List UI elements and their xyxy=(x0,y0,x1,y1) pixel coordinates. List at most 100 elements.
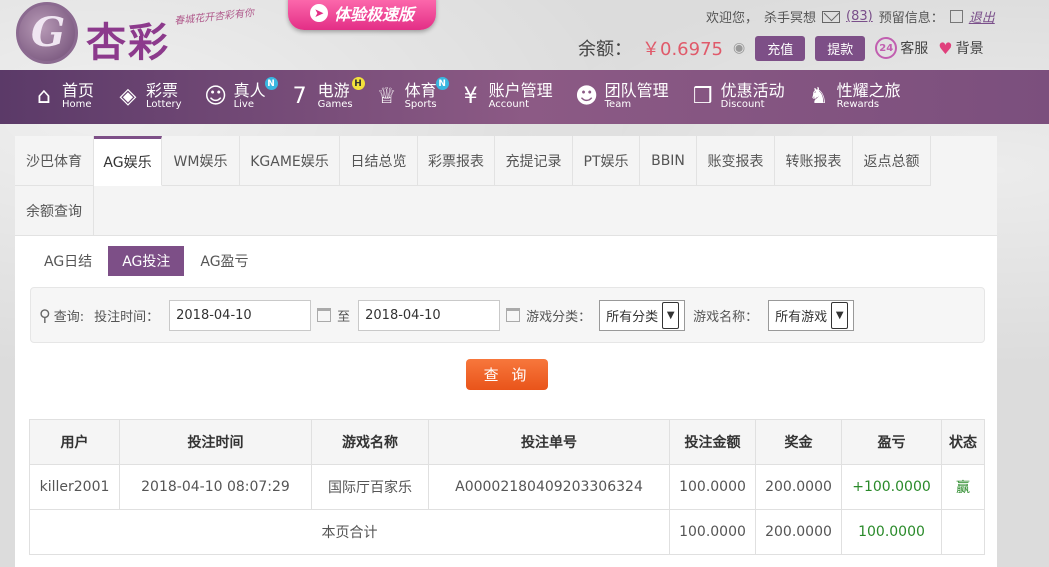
service-label: 客服 xyxy=(900,41,929,57)
mail-icon[interactable] xyxy=(822,10,841,23)
account-icon: ¥ xyxy=(463,84,478,110)
nav-label: 体育 Sports xyxy=(405,83,437,110)
calendar-icon[interactable] xyxy=(317,308,332,322)
report-tabs: 沙巴体育 AG娱乐 WM娱乐 KGAME娱乐 日结总览 彩票报表 充提记录 PT娱乐 BBIN 账… xyxy=(15,136,997,236)
tab-report[interactable]: BBIN xyxy=(640,136,697,186)
tab-report[interactable]: KGAME娱乐 xyxy=(240,136,340,186)
start-date-input[interactable]: 2018-04-10 xyxy=(169,299,312,331)
total-row: 本页合计 100.0000 200.0000 100.0000 xyxy=(29,509,985,555)
category-select[interactable]: 所有分类 ▼ xyxy=(599,299,686,331)
edit-icon[interactable] xyxy=(949,10,963,23)
cell-user: killer2001 xyxy=(29,464,120,510)
sub-tabs: AG日结 AG投注 AG盈亏 xyxy=(30,246,263,276)
cell-bet-time: 2018-04-10 08:07:29 xyxy=(119,464,312,510)
tab-report[interactable]: 转账报表 xyxy=(775,136,853,186)
rocket-icon: ➤ xyxy=(309,4,328,22)
tab-report[interactable]: PT娱乐 xyxy=(573,136,640,186)
tab-report[interactable]: WM娱乐 xyxy=(162,136,240,186)
nav-label: 团队管理 Team xyxy=(605,83,669,110)
subtab-ag-bets[interactable]: AG投注 xyxy=(108,246,185,276)
nav-badge: H xyxy=(351,77,365,91)
background-link[interactable]: ♥ 背景 xyxy=(938,38,983,58)
tab-report[interactable]: AG娱乐 xyxy=(94,136,162,186)
nav-label-zh: 性耀之旅 xyxy=(836,81,901,101)
total-profit: 100.0000 xyxy=(841,509,942,555)
query-label: 查询: xyxy=(53,309,85,325)
to-label: 至 xyxy=(337,309,351,325)
balance-label: 余额： xyxy=(578,39,632,60)
time-label: 投注时间： xyxy=(94,309,160,325)
background-label: 背景 xyxy=(955,41,984,57)
logo[interactable] xyxy=(16,2,78,64)
query-button[interactable]: 查 询 xyxy=(466,359,548,390)
nav-item-rewards[interactable]: ♞ 性耀之旅 Rewards xyxy=(807,83,901,110)
nav-label: 电游 Games xyxy=(318,83,353,110)
deposit-button[interactable]: 充值 xyxy=(755,35,806,61)
nav-label-zh: 真人 xyxy=(233,81,266,101)
tab-report[interactable]: 余额查询 xyxy=(15,186,94,236)
nav-item-live[interactable]: ☺ 真人 Live N xyxy=(204,77,278,110)
nav-item-games[interactable]: 7 电游 Games H xyxy=(288,77,365,110)
tab-report[interactable]: 彩票报表 xyxy=(418,136,495,186)
game-value: 所有游戏 xyxy=(775,309,828,325)
nav-item-team[interactable]: ☻ 团队管理 Team xyxy=(575,83,669,110)
nav-label: 优惠活动 Discount xyxy=(721,83,785,110)
nav-label-en: Account xyxy=(488,99,530,111)
nav-label: 首页 Home xyxy=(62,83,94,110)
game-select[interactable]: 所有游戏 ▼ xyxy=(768,299,855,331)
slogan: 春城花开杏彩有你 xyxy=(173,7,255,28)
header-game-name: 游戏名称 xyxy=(311,419,429,465)
nav-label: 性耀之旅 Rewards xyxy=(837,83,901,110)
header-status: 状态 xyxy=(941,419,985,465)
nav-label-zh: 首页 xyxy=(62,81,95,101)
nav-label: 账户管理 Account xyxy=(489,83,553,110)
tab-report[interactable]: 账变报表 xyxy=(697,136,775,186)
nav-item-account[interactable]: ¥ 账户管理 Account xyxy=(459,83,553,110)
sports-icon: ♕ xyxy=(376,84,397,110)
tab-report[interactable]: 充提记录 xyxy=(495,136,573,186)
nav-badge: N xyxy=(435,77,449,91)
nav-label-en: Team xyxy=(604,99,632,111)
rewards-icon: ♞ xyxy=(808,84,829,110)
message-count[interactable]: (83) xyxy=(846,9,873,24)
header: 杏彩 春城花开杏彩有你 ➤ 体验极速版 欢迎您， 杀手冥想 (83) 预留信息：… xyxy=(0,0,1049,70)
games-icon: 7 xyxy=(292,84,307,110)
nav-item-home[interactable]: ⌂ 首页 Home xyxy=(32,83,94,110)
header-bet-time: 投注时间 xyxy=(119,419,312,465)
subtab-ag-profit[interactable]: AG盈亏 xyxy=(186,246,262,276)
nav-label-en: Sports xyxy=(404,99,437,111)
nav-label-en: Discount xyxy=(720,99,765,111)
tab-report[interactable]: 返点总额 xyxy=(853,136,931,186)
tab-report[interactable]: 日结总览 xyxy=(340,136,418,186)
table-header-row: 用户 投注时间 游戏名称 投注单号 投注金额 奖金 盈亏 状态 xyxy=(29,419,985,465)
nav-label-zh: 电游 xyxy=(317,81,350,101)
calendar-icon[interactable] xyxy=(506,308,521,322)
nav-item-lottery[interactable]: ◈ 彩票 Lottery xyxy=(116,83,182,110)
promo-banner[interactable]: ➤ 体验极速版 xyxy=(288,0,436,30)
eye-icon[interactable]: ◉ xyxy=(733,40,745,56)
end-date-input[interactable]: 2018-04-10 xyxy=(358,299,501,331)
chevron-down-icon: ▼ xyxy=(831,301,849,329)
subtab-ag-daily[interactable]: AG日结 xyxy=(30,246,106,276)
tab-report[interactable]: 沙巴体育 xyxy=(15,136,94,186)
cell-bet-amount: 100.0000 xyxy=(669,464,756,510)
nav-badge: N xyxy=(264,77,278,91)
logout-link[interactable]: 退出 xyxy=(969,7,995,26)
cell-profit: +100.0000 xyxy=(841,464,942,510)
service-icon: 24 xyxy=(875,37,898,59)
nav-item-discount[interactable]: ❒ 优惠活动 Discount xyxy=(691,83,785,110)
category-value: 所有分类 xyxy=(606,309,659,325)
game-label: 游戏名称： xyxy=(693,309,759,325)
nav-item-sports[interactable]: ♕ 体育 Sports N xyxy=(375,77,449,110)
home-icon: ⌂ xyxy=(37,84,51,110)
nav-label-zh: 优惠活动 xyxy=(720,81,785,101)
live-icon: ☺ xyxy=(204,84,228,110)
welcome-text: 欢迎您， xyxy=(706,11,759,26)
username: 杀手冥想 xyxy=(764,11,817,26)
balance-row: 余额： ￥0.6975 ◉ 充值 提款 24 客服 ♥ 背景 xyxy=(578,35,984,61)
table-row: killer2001 2018-04-10 08:07:29 国际厅百家乐 A0… xyxy=(29,464,985,510)
shirt-icon: ♥ xyxy=(938,38,953,58)
gift-icon: ❒ xyxy=(692,84,713,110)
withdraw-button[interactable]: 提款 xyxy=(815,35,866,61)
service-link[interactable]: 24 客服 xyxy=(875,37,928,59)
